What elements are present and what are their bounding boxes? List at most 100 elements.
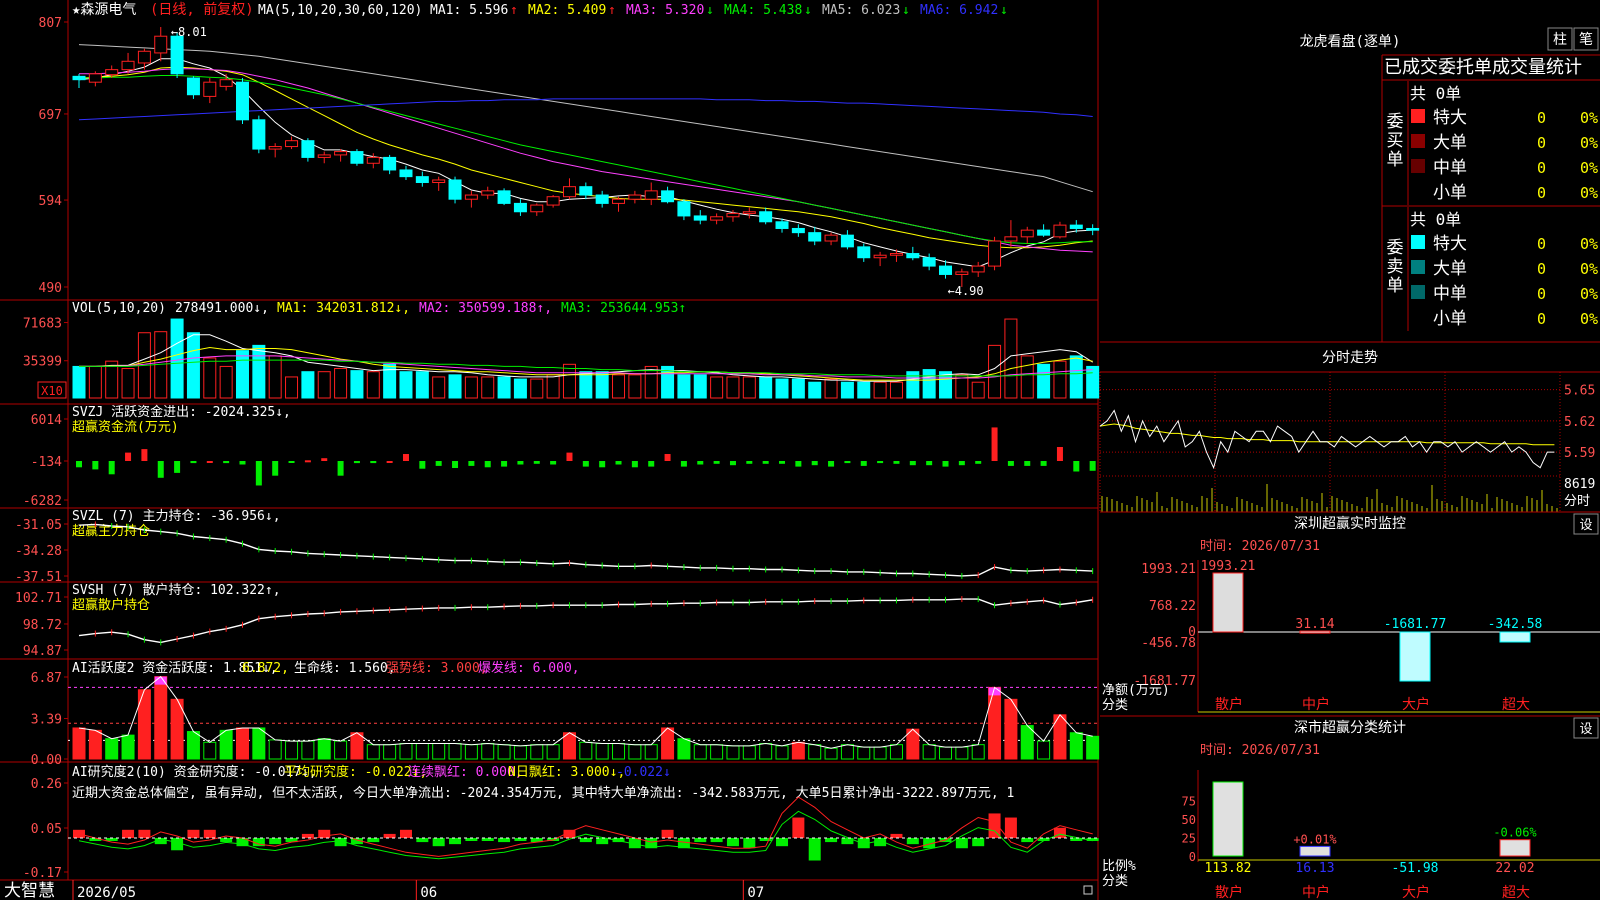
lhb-buy-row-label: 特大 [1433,108,1467,128]
vol-bar [612,374,626,399]
svzj-bar [125,452,132,461]
vol-bar [448,374,462,399]
ai-hyd-bar [415,742,429,760]
svzj-bar [141,449,148,461]
ai-hyd-bar [301,740,315,760]
vol-bar [497,376,511,399]
ai-hyd-bar [186,731,200,760]
svzj-bar [991,427,998,461]
stats-bar-label: -0.06% [1493,826,1537,840]
svzj-bar [484,461,491,468]
ai-hyd-bar [693,744,707,760]
vol-bar [72,365,86,399]
svzj-bar [566,452,573,461]
ai-yjd-bar [906,838,919,845]
ai-yjd-bar [726,838,739,847]
ai-hyd-bar [121,734,135,760]
candle-body [873,254,887,259]
svzj-bar [435,461,442,466]
ai-hyd-bar [105,738,119,760]
candle-body [579,186,593,196]
candle-body [186,77,200,96]
ma-arrow: ↓ [804,3,812,18]
vol-bar [759,376,773,399]
vol-bar [1069,355,1083,399]
svsh-subtitle: 超赢散户持仓 [72,597,150,613]
ai-hyd-bar [791,741,805,760]
ai-hyd-value: 6.872, [242,661,289,676]
svzj-bar [304,460,311,463]
ai-yjd-bar [122,829,135,838]
candle-body [285,140,299,148]
lock-icon[interactable] [1083,885,1093,895]
svzj-bar [468,461,475,466]
svzj-bar [648,461,655,467]
ai-hyd-bar [203,741,217,760]
svzl-y-tick: -31.05 [15,518,62,533]
candle-body [693,215,707,221]
candle-body [840,234,854,248]
ai-yjd-bar [955,838,968,849]
ai-hyd-bar [889,744,903,760]
svzj-bar [288,461,295,463]
svzj-bar [108,461,115,475]
candle-body [399,169,413,178]
stats-cat-label: 中户 [1302,884,1330,900]
svzl-y-tick: -34.28 [15,544,62,559]
svzj-bar [893,461,900,464]
ai-hyd-bar [530,744,544,760]
candle-body [661,190,675,203]
fenshi-y-tick: 5.62 [1564,415,1595,430]
vol-bar [1086,365,1100,399]
ai-hyd-value: 强势线: 3.000, [386,660,488,676]
ai-hyd-bar [562,732,576,760]
vol-value-text: MA1: 342031.812↓, [277,301,410,316]
ai-hyd-bar [955,746,969,760]
svzj-bar [958,461,965,466]
vol-bar [235,350,249,399]
lhb-buy-total: 共 0单 [1410,84,1461,103]
monitor-bar-3 [1399,631,1431,682]
ai-hyd-bar [448,742,462,760]
lhb-sell-swatch [1411,310,1425,324]
candle-body [137,50,151,64]
price-y-tick: 594 [39,194,63,209]
stats-bar-1 [1212,781,1244,857]
monitor-bar-1 [1212,572,1244,633]
price-y-tick: 490 [39,281,62,296]
lhb-buy-row-pct: 0% [1580,109,1598,127]
stock-chart-canvas[interactable]: ★森源电气 (日线, 前复权) MA(5,10,20,30,60,120) MA1: … [0,0,1600,900]
vol-bar [301,371,315,399]
ma-value-2: MA2: 5.409 [528,3,606,18]
price-ma-line-2 [78,66,1093,249]
ai-yjd-value: -0.022↓ [616,765,671,780]
candle-body [1086,227,1100,231]
ai-yjd-bar [972,838,985,847]
lhb-heading: 已成交委托单成交量统计 [1384,57,1582,78]
stats-value-label: 22.02 [1495,861,1534,876]
price-y-tick: 697 [39,108,62,123]
price-y-tick: 807 [39,16,62,31]
monitor-bar-4 [1499,631,1531,643]
ai-hyd-y-tick: 3.39 [31,713,62,728]
vol-bar [791,378,805,399]
candle-body [562,186,576,198]
stats-bar-4 [1499,839,1531,857]
candle-body [252,119,266,150]
stats-bar-2 [1299,845,1331,857]
svzl-title: SVZL (7) 主力持仓: -36.956↓, [72,509,281,524]
candle-body [742,211,756,214]
candle-body [759,211,773,223]
ai-hyd-bar [595,742,609,760]
ai-yjd-y-tick: -0.17 [23,866,62,881]
svzj-bar [729,461,736,466]
candle-body [235,81,249,121]
ai-hyd-bar [808,744,822,760]
vol-bar [285,376,299,399]
lhb-sell-row-label: 中单 [1433,284,1467,304]
fenshi-vol-label: 8619 [1564,477,1595,492]
ai-yjd-bar [383,833,396,838]
candle-body [546,196,560,206]
svzj-bar [779,461,786,464]
lhb-sell-row-count: 0 [1537,260,1546,278]
